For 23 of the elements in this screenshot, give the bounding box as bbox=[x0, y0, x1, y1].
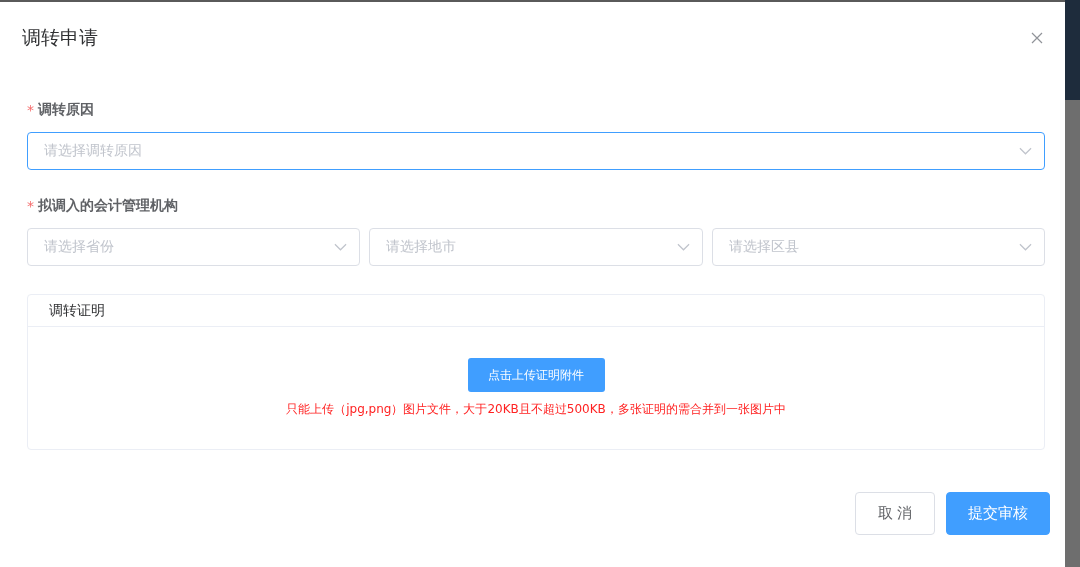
select-field[interactable]: 请选择省份 bbox=[27, 228, 361, 266]
required-mark: * bbox=[27, 198, 34, 214]
chevron-down-icon bbox=[1019, 243, 1032, 251]
select-placeholder: 请选择省份 bbox=[44, 238, 114, 256]
field-label: 调转原因 bbox=[38, 101, 94, 119]
select-placeholder: 请选择地市 bbox=[386, 238, 457, 256]
upload-button[interactable]: 点击上传证明附件 bbox=[467, 358, 605, 392]
upload-hint: 只能上传（jpg,png）图片文件，大于20KB且不超过500KB，多张证明的需合并到一张图片中 bbox=[286, 401, 786, 418]
select-field[interactable]: 请选择区县 bbox=[711, 228, 1045, 266]
chevron-down-icon bbox=[1019, 147, 1032, 155]
dialog-title: 调转申请 bbox=[22, 25, 98, 50]
field-label: 拟调入的会计管理机构 bbox=[38, 197, 178, 215]
select-field[interactable]: 请选择调转原因 bbox=[27, 132, 1045, 170]
cancel-button[interactable]: 取 消 bbox=[855, 492, 935, 535]
select-placeholder: 请选择调转原因 bbox=[44, 142, 142, 160]
chevron-down-icon bbox=[676, 243, 690, 251]
select-placeholder: 请选择区县 bbox=[728, 238, 799, 256]
chevron-down-icon bbox=[334, 243, 348, 251]
submit-button[interactable]: 提交审核 bbox=[946, 492, 1050, 535]
required-mark: * bbox=[27, 102, 34, 118]
card-title: 调转证明 bbox=[49, 301, 105, 320]
close-icon[interactable] bbox=[1031, 32, 1043, 44]
select-field[interactable]: 请选择地市 bbox=[369, 228, 703, 266]
